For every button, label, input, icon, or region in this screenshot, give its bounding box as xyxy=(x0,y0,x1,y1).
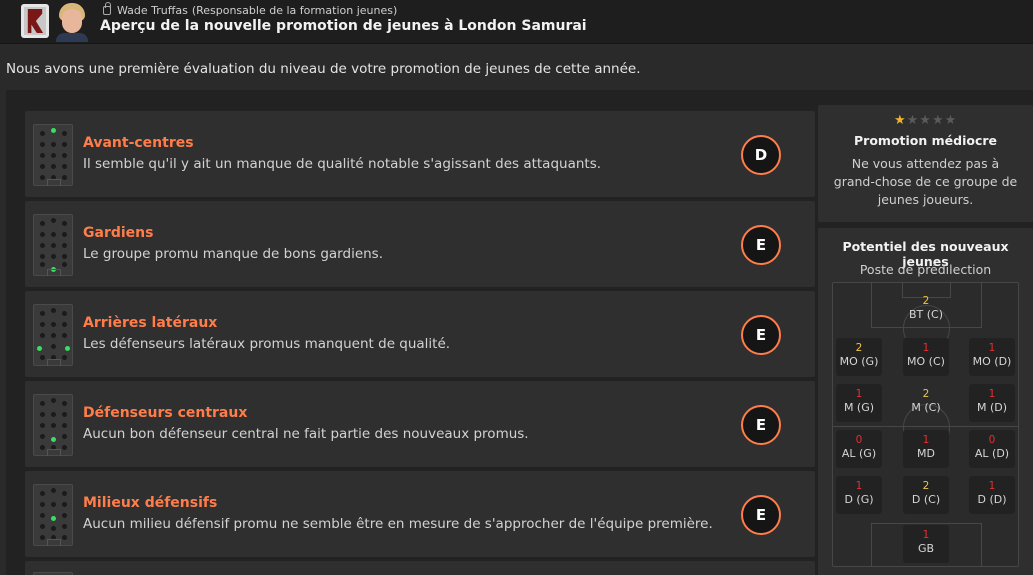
position-mo-d[interactable]: 1 MO (D) xyxy=(969,338,1015,376)
position-label: M (D) xyxy=(976,401,1008,414)
club-badge-icon[interactable] xyxy=(21,4,49,38)
position-label: M (C) xyxy=(911,401,941,414)
staff-avatar[interactable] xyxy=(54,2,90,42)
rating-summary: ★★★★★ Promotion médiocre Ne vous attende… xyxy=(818,105,1033,222)
position-count: 1 xyxy=(922,529,930,541)
positions-pitch: 2 BT (C) 2 MO (G) 1 MO (C) 1 MO (D) 1 M … xyxy=(832,282,1019,567)
position-label: MO (D) xyxy=(972,355,1012,368)
card-title: Gardiens xyxy=(83,225,154,241)
grade-badge: D xyxy=(741,135,781,175)
position-count: 2 xyxy=(922,388,930,400)
position-m-d[interactable]: 1 M (D) xyxy=(969,384,1015,422)
position-label: AL (G) xyxy=(841,447,877,460)
position-m-c[interactable]: 2 M (C) xyxy=(903,384,949,422)
position-minimap-icon xyxy=(33,304,73,366)
category-card-fullbacks: Arrières latéraux Les défenseurs latérau… xyxy=(25,291,815,377)
category-card-defensive-mids: Milieux défensifs Aucun milieu défensif … xyxy=(25,471,815,557)
position-d-c[interactable]: 2 D (C) xyxy=(903,476,949,514)
position-m-g[interactable]: 1 M (G) xyxy=(836,384,882,422)
card-title: Défenseurs centraux xyxy=(83,405,248,421)
position-minimap-icon xyxy=(33,214,73,276)
position-label: D (G) xyxy=(844,493,874,506)
position-label: M (G) xyxy=(843,401,875,414)
position-bt-c[interactable]: 2 BT (C) xyxy=(903,291,949,329)
card-description: Aucun bon défenseur central ne fait part… xyxy=(83,426,529,442)
category-card-goalkeepers: Gardiens Le groupe promu manque de bons … xyxy=(25,201,815,287)
position-minimap-icon xyxy=(33,124,73,186)
card-title: Avant-centres xyxy=(83,135,194,151)
lock-icon xyxy=(103,2,111,15)
rating-description: Ne vous attendez pas à grand-chose de ce… xyxy=(833,156,1018,207)
grade-badge: E xyxy=(741,225,781,265)
position-count: 1 xyxy=(922,342,930,354)
position-label: AL (D) xyxy=(974,447,1010,460)
position-label: D (D) xyxy=(977,493,1007,506)
position-label: MO (G) xyxy=(839,355,879,368)
position-count: 1 xyxy=(988,480,996,492)
category-card-forwards: Avant-centres Il semble qu'il y ait un m… xyxy=(25,111,815,197)
grade-badge: E xyxy=(741,495,781,535)
position-label: D (C) xyxy=(911,493,941,506)
card-description: Les défenseurs latéraux promus manquent … xyxy=(83,336,451,352)
position-minimap-icon xyxy=(33,484,73,546)
half-star-icon: ★ xyxy=(894,113,907,128)
position-count: 1 xyxy=(855,480,863,492)
position-d-d[interactable]: 1 D (D) xyxy=(969,476,1015,514)
sender-name[interactable]: Wade Truffas xyxy=(117,4,188,17)
card-title: Arrières latéraux xyxy=(83,315,218,331)
position-minimap-icon xyxy=(33,394,73,456)
rating-title: Promotion médiocre xyxy=(854,133,997,148)
card-description: Aucun milieu défensif promu ne semble êt… xyxy=(83,516,713,532)
position-count: 0 xyxy=(855,434,863,446)
position-count: 1 xyxy=(855,388,863,400)
position-count: 2 xyxy=(922,295,930,307)
position-al-d[interactable]: 0 AL (D) xyxy=(969,430,1015,468)
position-label: MD xyxy=(917,447,935,460)
position-count: 2 xyxy=(922,480,930,492)
position-count: 0 xyxy=(988,434,996,446)
sender-role: (Responsable de la formation jeunes) xyxy=(191,4,398,17)
card-description: Le groupe promu manque de bons gardiens. xyxy=(83,246,384,262)
position-count: 2 xyxy=(855,342,863,354)
intro-text: Nous avons une première évaluation du ni… xyxy=(6,61,641,77)
position-count: 1 xyxy=(988,342,996,354)
potential-subtitle: Poste de prédilection xyxy=(859,262,992,277)
message-header: Wade Truffas (Responsable de la formation… xyxy=(0,0,1033,44)
position-count: 1 xyxy=(922,434,930,446)
position-al-g[interactable]: 0 AL (G) xyxy=(836,430,882,468)
position-d-g[interactable]: 1 D (G) xyxy=(836,476,882,514)
sender-line: Wade Truffas (Responsable de la formation… xyxy=(103,2,398,17)
position-mo-c[interactable]: 1 MO (C) xyxy=(903,338,949,376)
empty-star-icon: ★★★★ xyxy=(906,113,958,128)
position-md[interactable]: 1 MD xyxy=(903,430,949,468)
star-rating: ★★★★★ xyxy=(894,113,957,128)
position-gb[interactable]: 1 GB xyxy=(903,525,949,563)
category-card-partial xyxy=(25,561,815,575)
message-title: Aperçu de la nouvelle promotion de jeune… xyxy=(100,18,587,34)
position-count: 1 xyxy=(988,388,996,400)
grade-badge: E xyxy=(741,405,781,445)
category-card-centre-backs: Défenseurs centraux Aucun bon défenseur … xyxy=(25,381,815,467)
card-title: Milieux défensifs xyxy=(83,495,218,511)
position-label: MO (C) xyxy=(907,355,945,368)
card-description: Il semble qu'il y ait un manque de quali… xyxy=(83,156,602,172)
position-label: BT (C) xyxy=(908,308,944,321)
position-mo-g[interactable]: 2 MO (G) xyxy=(836,338,882,376)
position-label: GB xyxy=(917,542,935,555)
potential-panel: Potentiel des nouveaux jeunes Poste de p… xyxy=(818,228,1033,575)
grade-badge: E xyxy=(741,315,781,355)
